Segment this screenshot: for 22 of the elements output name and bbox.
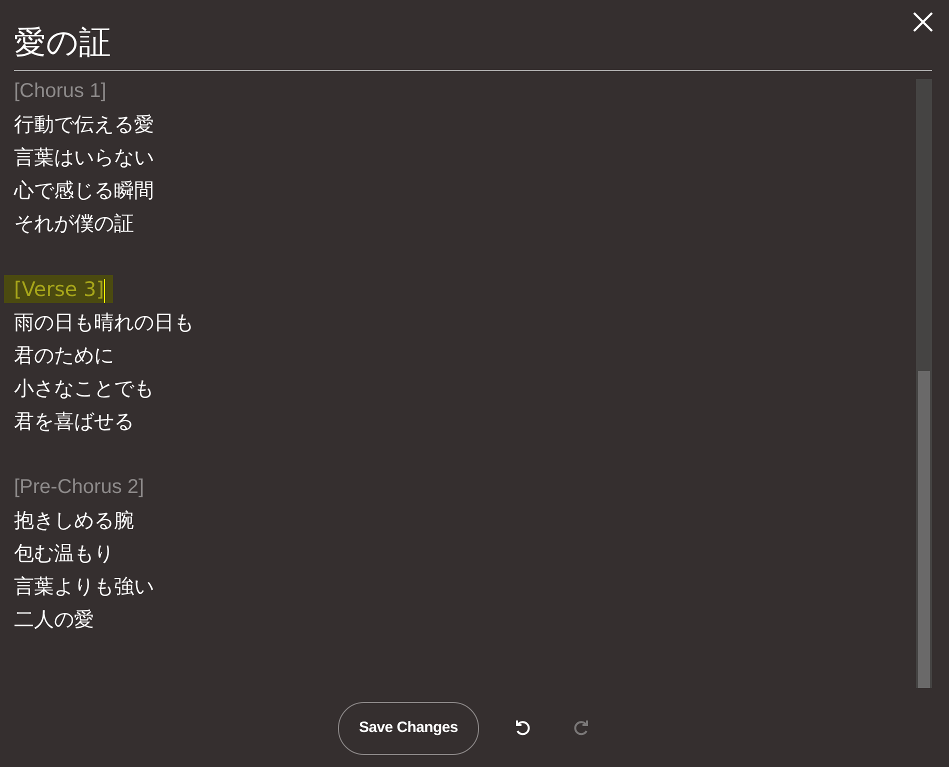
- lyric-line: 言葉はいらない: [14, 144, 154, 171]
- lyric-line: 小さなことでも: [14, 375, 154, 402]
- lyric-line: 行動で伝える愛: [14, 111, 154, 138]
- scrollbar[interactable]: [916, 79, 932, 688]
- close-icon: [912, 10, 934, 33]
- section-label: [Pre-Chorus 2]: [14, 475, 144, 500]
- dialog-title: 愛の証: [14, 26, 111, 63]
- lyric-line: それが僕の証: [14, 210, 134, 237]
- highlighted-section-label: [Verse 3]: [4, 275, 114, 303]
- lyric-line: 君のために: [14, 342, 114, 369]
- lyric-line: 雨の日も晴れの日も: [14, 309, 194, 336]
- save-button[interactable]: Save Changes: [338, 702, 479, 755]
- close-button[interactable]: [912, 10, 934, 34]
- lyric-line: 言葉よりも強い: [14, 573, 154, 600]
- lyric-line: 心で感じる瞬間: [14, 177, 154, 204]
- lyric-line: 包む温もり: [14, 540, 114, 567]
- section-label: [Chorus 1]: [14, 79, 106, 104]
- lyric-line: 抱きしめる腕: [14, 507, 134, 534]
- lyric-line: 二人の愛: [14, 606, 94, 633]
- text-cursor: [104, 278, 106, 303]
- scrollbar-thumb[interactable]: [918, 371, 930, 688]
- lyric-line: 君を喜ばせる: [14, 408, 134, 435]
